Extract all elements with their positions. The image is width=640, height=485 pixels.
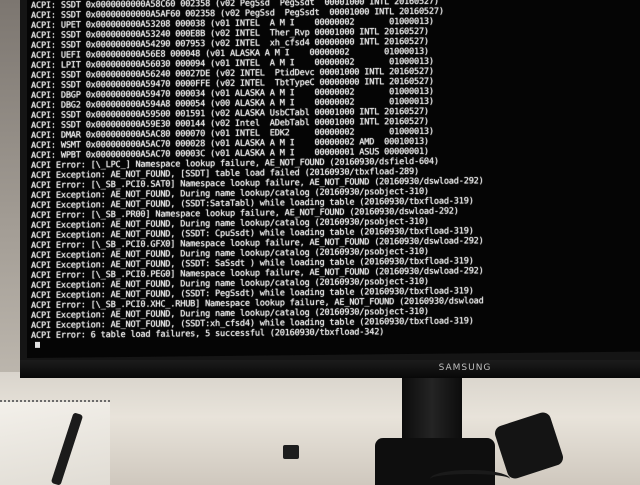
photo-scene: ACPI: SSDT 0x0000000000A58C60 002358 (v0… <box>0 0 640 485</box>
monitor-bezel-bottom <box>20 360 640 378</box>
monitor-brand-logo: SAMSUNG <box>438 363 492 373</box>
text-cursor <box>35 341 40 348</box>
monitor-screen: ACPI: SSDT 0x0000000000A58C60 002358 (v0… <box>27 0 640 358</box>
small-black-object <box>283 445 299 459</box>
monitor-stand-neck <box>402 378 462 443</box>
console-line: ACPI Error: 6 table load failures, 5 suc… <box>31 327 385 341</box>
cable <box>430 470 510 485</box>
